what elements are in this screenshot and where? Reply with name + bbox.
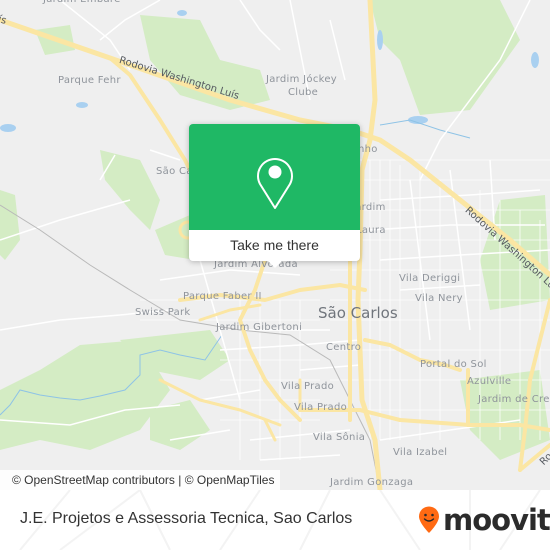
map-view[interactable]: Jardim Embare Parque Fehr Jardim Jóckey … (0, 0, 550, 490)
label-centro: Centro (326, 342, 362, 353)
map-attribution[interactable]: © OpenStreetMap contributors | © OpenMap… (0, 470, 281, 490)
label-jardim-gibertoni: Jardim Gibertoni (216, 322, 303, 333)
label-sao-carlos-city: São Carlos (318, 304, 398, 322)
place-name: J.E. Projetos e Assessoria Tecnica, Sao … (20, 510, 353, 527)
label-nho: nho (358, 144, 378, 155)
label-azulville: Azulville (467, 376, 512, 387)
popup-pointer (268, 261, 282, 268)
label-jardim-jockey: Jardim Jóckey (266, 74, 338, 85)
moovit-wordmark: moovit (443, 503, 550, 537)
location-popup[interactable]: Take me there (189, 124, 360, 268)
moovit-logo-icon (419, 506, 439, 533)
map-pin-icon (257, 158, 293, 209)
label-sao-carlos-west: São Ca (156, 166, 193, 177)
label-vila-izabel: Vila Izabel (393, 447, 448, 458)
popup-header (189, 124, 360, 230)
label-parque-faber-ii: Parque Faber II (183, 291, 262, 302)
label-vila-prado-2: Vila Prado (294, 402, 348, 413)
label-swiss-park: Swiss Park (135, 307, 191, 318)
footer-bar: J.E. Projetos e Assessoria Tecnica, Sao … (0, 490, 550, 550)
label-laura: Laura (356, 225, 386, 236)
label-vila-deriggi: Vila Deriggi (399, 273, 461, 284)
label-jardim-embare: Jardim Embare (43, 0, 121, 5)
take-me-there-button[interactable]: Take me there (189, 230, 360, 261)
label-jardim-de-cresci: Jardim de Cre (478, 394, 550, 405)
moovit-brand[interactable]: moovit (418, 504, 550, 536)
label-jardim-gonzaga: Jardim Gonzaga (330, 477, 414, 488)
label-portal-do-sol: Portal do Sol (420, 359, 487, 370)
label-vila-nery: Vila Nery (415, 293, 463, 304)
label-vila-prado-1: Vila Prado (281, 381, 335, 392)
label-vila-sonia: Vila Sônia (313, 432, 366, 443)
label-jockey-clube: Clube (288, 87, 319, 98)
label-parque-fehr: Parque Fehr (58, 75, 121, 86)
